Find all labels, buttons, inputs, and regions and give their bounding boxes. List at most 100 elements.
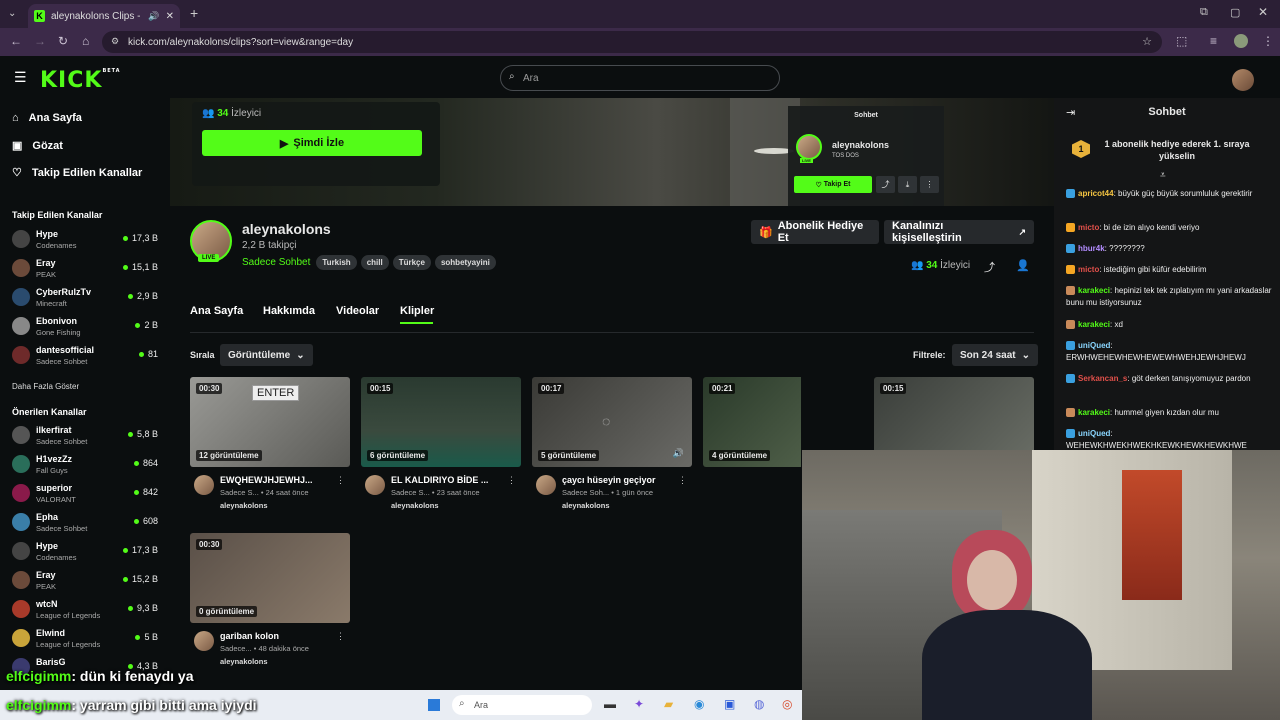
expand-banner-icon[interactable]: ⩡ — [1160, 170, 1166, 181]
clip-author[interactable]: aleynakolons — [391, 501, 439, 510]
clip-card[interactable]: 00:15 6 görüntüleme EL KALDIRIYO BİDE ... S… — [361, 377, 521, 510]
tab-videos[interactable]: Videolar — [336, 305, 379, 317]
sort-dropdown[interactable]: Görüntüleme ⌄ — [220, 344, 313, 366]
audio-icon[interactable]: 🔊 — [148, 11, 159, 22]
sidebar-channel-item[interactable]: Elwind League of Legends 5 B — [12, 626, 162, 652]
sidebar-channel-item[interactable]: Eray PEAK 15,1 B — [12, 256, 162, 282]
copilot-icon[interactable]: ✦ — [634, 697, 644, 711]
stream-preview-banner[interactable]: 👥 34 İzleyici ▶ Şimdi İzle Sohbet LIVE al… — [170, 98, 1054, 206]
tab-about[interactable]: Hakkımda — [263, 305, 315, 317]
tab-home[interactable]: Ana Sayfa — [190, 305, 243, 317]
forward-icon[interactable]: → — [34, 34, 46, 48]
sidebar-channel-item[interactable]: CyberRulzTv Minecraft 2,9 B — [12, 285, 162, 311]
bookmark-star-icon[interactable]: ☆ — [1142, 35, 1152, 48]
chat-username[interactable]: uniQued — [1078, 429, 1110, 438]
clip-author-avatar[interactable] — [194, 631, 214, 651]
volume-icon[interactable]: 🔊 — [673, 448, 684, 459]
filter-dropdown[interactable]: Son 24 saat ⌄ — [952, 344, 1038, 366]
user-avatar[interactable] — [1232, 69, 1254, 91]
sidebar-item-home[interactable]: ⌂ Ana Sayfa — [12, 112, 82, 124]
chat-username[interactable]: uniQued — [1078, 341, 1110, 350]
tab-clips[interactable]: Klipler — [400, 305, 434, 317]
clip-author[interactable]: aleynakolons — [220, 657, 268, 666]
home-browser-icon[interactable]: ⌂ — [82, 34, 89, 48]
clip-title[interactable]: EWQHEWJHJEWHJ... — [220, 475, 338, 485]
clip-thumbnail[interactable]: 00:17 5 görüntüleme 🔊 ◌ — [532, 377, 692, 467]
clip-more-icon[interactable]: ⋮ — [336, 631, 345, 642]
mini-follow-button[interactable]: ♡ Takip Et — [794, 176, 872, 193]
clip-title[interactable]: EL KALDIRIYO BİDE ... — [391, 475, 509, 485]
chat-username[interactable]: micto — [1078, 265, 1099, 274]
sidebar-channel-item[interactable]: ilkerfirat Sadece Sohbet 5,8 B — [12, 423, 162, 449]
back-icon[interactable]: ← — [10, 34, 22, 48]
reload-icon[interactable]: ↻ — [58, 34, 68, 48]
mini-more-icon[interactable]: ⋮ — [920, 176, 939, 193]
store-icon[interactable]: ▣ — [724, 697, 735, 711]
clip-card[interactable]: 00:17 5 görüntüleme 🔊 ◌ çaycı hüseyin geçiyo… — [532, 377, 692, 510]
sidebar-channel-item[interactable]: Eray PEAK 15,2 B — [12, 568, 162, 594]
clip-author[interactable]: aleynakolons — [562, 501, 610, 510]
clip-card[interactable]: 00:30 0 görüntüleme gariban kolon Sadece...… — [190, 533, 350, 666]
close-tab-icon[interactable]: ✕ — [166, 11, 174, 22]
clip-author-avatar[interactable] — [365, 475, 385, 495]
clip-title[interactable]: gariban kolon — [220, 631, 338, 641]
clip-author[interactable]: aleynakolons — [220, 501, 268, 510]
sidebar-channel-item[interactable]: Hype Codenames 17,3 B — [12, 227, 162, 253]
reading-list-icon[interactable]: ≡ — [1210, 34, 1217, 48]
close-window-icon[interactable]: ✕ — [1258, 5, 1268, 19]
browser-menu-icon[interactable]: ⋮ — [1262, 34, 1274, 48]
task-view-icon[interactable]: ▬ — [604, 697, 616, 711]
clip-more-icon[interactable]: ⋮ — [678, 475, 687, 486]
browser-tab[interactable]: K aleynakolons Clips - Watch 🔊 ✕ — [28, 4, 180, 28]
sidebar-channel-item[interactable]: dantesofficial Sadece Sohbet 81 — [12, 343, 162, 369]
kick-logo[interactable]: KICKBETA — [40, 68, 121, 93]
tag-chip[interactable]: sohbetyayini — [434, 255, 496, 270]
search-input[interactable]: ⌕ Ara — [500, 65, 780, 91]
sidebar-channel-item[interactable]: Epha Sadece Sohbet 608 — [12, 510, 162, 536]
gift-subscription-button[interactable]: 🎁 Abonelik Hediye Et — [751, 220, 879, 244]
sidebar-channel-item[interactable]: Ebonivon Gone Fishing 2 B — [12, 314, 162, 340]
clip-card[interactable]: ENTER 00:30 12 görüntüleme EWQHEWJHJEWHJ...… — [190, 377, 350, 510]
customize-channel-button[interactable]: Kanalınızı kişiselleştirin ↗ — [884, 220, 1034, 244]
maximize-icon[interactable]: ▢ — [1230, 6, 1240, 19]
mini-download-icon[interactable]: ⤓ — [898, 176, 917, 193]
chat-username[interactable]: hbur4k — [1078, 244, 1105, 253]
url-input[interactable]: ⚙ kick.com/aleynakolons/clips?sort=view&… — [102, 31, 1162, 53]
clip-more-icon[interactable]: ⋮ — [336, 475, 345, 486]
tag-chip[interactable]: chill — [360, 255, 389, 270]
chat-username[interactable]: micto — [1078, 223, 1099, 232]
chat-username[interactable]: Serkancan_s — [1078, 374, 1127, 383]
chat-username[interactable]: karakeci — [1078, 408, 1110, 417]
share-icon[interactable]: ⤴ — [984, 259, 995, 275]
file-explorer-icon[interactable]: ▰ — [664, 697, 673, 711]
sidebar-channel-item[interactable]: Hype Codenames 17,3 B — [12, 539, 162, 565]
clip-thumbnail[interactable]: ENTER 00:30 12 görüntüleme — [190, 377, 350, 467]
show-more-link[interactable]: Daha Fazla Göster — [12, 382, 79, 391]
chat-username[interactable]: karakeci — [1078, 320, 1110, 329]
tag-chip[interactable]: Turkish — [316, 255, 357, 270]
clip-author-avatar[interactable] — [536, 475, 556, 495]
follow-user-icon[interactable]: 👤 — [1016, 259, 1030, 272]
taskbar-search-input[interactable]: ⌕ Ara — [452, 695, 592, 715]
clip-thumbnail[interactable]: 00:15 6 görüntüleme — [361, 377, 521, 467]
sidebar-channel-item[interactable]: superior VALORANT 842 — [12, 481, 162, 507]
mini-share-icon[interactable]: ⤴ — [876, 176, 895, 193]
edge-icon[interactable]: ◉ — [694, 697, 704, 711]
tag-chip[interactable]: Türkçe — [392, 255, 431, 270]
clip-thumbnail[interactable]: 00:30 0 görüntüleme — [190, 533, 350, 623]
clip-author-avatar[interactable] — [194, 475, 214, 495]
clip-author[interactable]: aleynakolons — [733, 501, 781, 510]
windows-start-icon[interactable] — [428, 699, 440, 711]
profile-avatar-icon[interactable] — [1234, 34, 1248, 48]
chat-username[interactable]: karakeci — [1078, 286, 1110, 295]
channel-category[interactable]: Sadece Sohbet — [242, 257, 310, 268]
chrome-icon[interactable]: ◎ — [782, 697, 792, 711]
discord-icon[interactable]: ◍ — [754, 697, 764, 711]
site-info-icon[interactable]: ⚙ — [111, 36, 119, 47]
sidebar-channel-item[interactable]: wtcN League of Legends 9,3 B — [12, 597, 162, 623]
sidebar-item-following[interactable]: ♡ Takip Edilen Kanallar — [12, 166, 142, 180]
sidebar-item-browse[interactable]: ▣ Gözat — [12, 139, 63, 153]
tab-list-icon[interactable]: ⌄ — [8, 8, 16, 19]
extensions-icon[interactable]: ⬚ — [1176, 34, 1187, 48]
window-icon[interactable]: ⧉ — [1200, 6, 1208, 19]
